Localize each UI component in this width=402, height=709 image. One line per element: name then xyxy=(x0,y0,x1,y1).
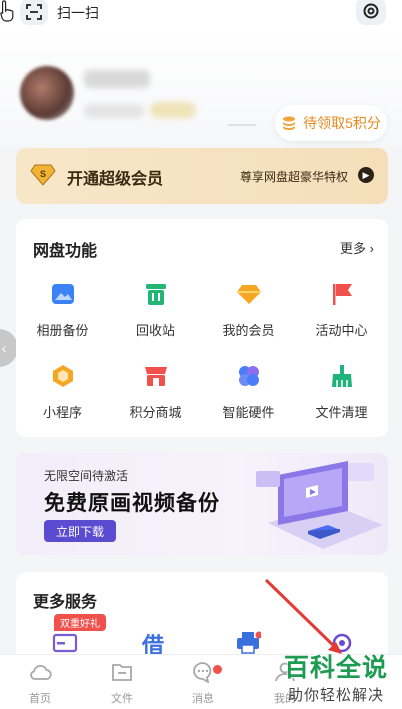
feature-label: 小程序 xyxy=(42,405,82,420)
tab-label: 文件 xyxy=(111,693,133,705)
claim-points-button[interactable]: 待领取5积分 xyxy=(275,105,387,141)
feature-label: 文件清理 xyxy=(315,405,368,420)
feature-points-mall[interactable]: 积分商城 xyxy=(109,363,202,421)
scan-label[interactable]: 扫一扫 xyxy=(57,3,99,23)
photo-album-icon xyxy=(51,284,74,304)
hexagon-icon xyxy=(52,365,73,387)
claim-points-label: 待领取5积分 xyxy=(303,115,381,131)
feature-activity-center[interactable]: 活动中心 xyxy=(295,281,388,339)
coins-icon xyxy=(283,116,296,130)
laptop-video-illustration xyxy=(256,461,383,549)
chevron-right-icon: ▶ xyxy=(358,167,374,183)
vip-diamond-icon: S xyxy=(30,164,56,186)
divider xyxy=(228,124,256,126)
watermark: 百科全说 助你轻松解决 xyxy=(284,648,388,705)
banner-title: 免费原画视频备份 xyxy=(44,492,220,515)
username-blurred xyxy=(84,70,150,88)
features-more-link[interactable]: 更多 › xyxy=(340,238,374,257)
features-title: 网盘功能 xyxy=(33,243,98,260)
hardware-icon xyxy=(238,366,259,386)
vip-title: 开通超级会员 xyxy=(67,171,164,188)
features-card: 网盘功能 更多 › 相册备份 回收站 我的会员 活动中心 小程序 积分商城 智能… xyxy=(16,219,388,437)
feature-file-cleanup[interactable]: 文件清理 xyxy=(295,363,388,421)
user-tag-blurred xyxy=(84,104,144,118)
feature-label: 我的会员 xyxy=(222,323,275,338)
feature-label: 智能硬件 xyxy=(222,405,275,420)
feature-label: 相册备份 xyxy=(36,323,89,338)
tab-home[interactable]: 首页 xyxy=(10,661,70,706)
scan-icon xyxy=(26,4,42,20)
vip-banner[interactable]: S 开通超级会员 尊享网盘超豪华特权 ▶ xyxy=(16,148,388,204)
banner-subtitle: 无限空间待激活 xyxy=(44,469,129,483)
features-more-label: 更多 xyxy=(340,241,367,256)
message-icon xyxy=(193,662,212,684)
tab-messages[interactable]: 消息 xyxy=(173,661,233,706)
settings-button[interactable] xyxy=(356,0,386,25)
feature-photo-backup[interactable]: 相册备份 xyxy=(16,281,109,339)
feature-mini-program[interactable]: 小程序 xyxy=(16,363,109,421)
gear-icon xyxy=(363,3,379,19)
feature-recycle-bin[interactable]: 回收站 xyxy=(109,281,202,339)
scan-button[interactable] xyxy=(20,0,48,25)
feature-smart-hardware[interactable]: 智能硬件 xyxy=(202,363,295,421)
tab-label: 首页 xyxy=(29,693,51,705)
flag-icon xyxy=(332,284,352,305)
tab-label: 消息 xyxy=(192,693,214,705)
watermark-subtitle: 助你轻松解决 xyxy=(287,687,384,704)
svg-text:S: S xyxy=(40,169,46,179)
card-icon[interactable] xyxy=(52,630,78,656)
trash-icon xyxy=(145,284,166,305)
download-button[interactable]: 立即下载 xyxy=(44,520,116,542)
top-bar: 扫一扫 xyxy=(0,0,402,26)
profile-section: 待领取5积分 xyxy=(0,26,402,146)
unread-dot xyxy=(213,665,222,674)
chevron-left-icon: ‹ xyxy=(1,340,7,356)
vip-level-blurred xyxy=(150,102,196,118)
feature-label: 回收站 xyxy=(135,323,175,338)
vip-subtitle: 尊享网盘超豪华特权 xyxy=(239,170,348,184)
promo-banner[interactable]: 无限空间待激活 免费原画视频备份 立即下载 xyxy=(16,453,388,555)
feature-my-membership[interactable]: 我的会员 xyxy=(202,281,295,339)
hand-cursor-icon xyxy=(0,0,14,22)
gift-badge: 双重好礼 xyxy=(54,614,106,631)
feature-label: 积分商城 xyxy=(129,405,182,420)
feature-label: 活动中心 xyxy=(315,323,368,338)
avatar[interactable] xyxy=(20,66,74,120)
more-services-title: 更多服务 xyxy=(33,594,98,611)
cloud-icon xyxy=(30,664,52,680)
broom-icon xyxy=(331,365,352,387)
loan-icon[interactable]: 借 xyxy=(142,628,168,658)
tab-files[interactable]: 文件 xyxy=(92,661,152,706)
diamond-icon xyxy=(236,285,261,304)
watermark-title: 百科全说 xyxy=(283,654,388,682)
printer-icon[interactable] xyxy=(235,630,261,656)
store-icon xyxy=(144,367,167,386)
folder-icon xyxy=(112,664,132,681)
